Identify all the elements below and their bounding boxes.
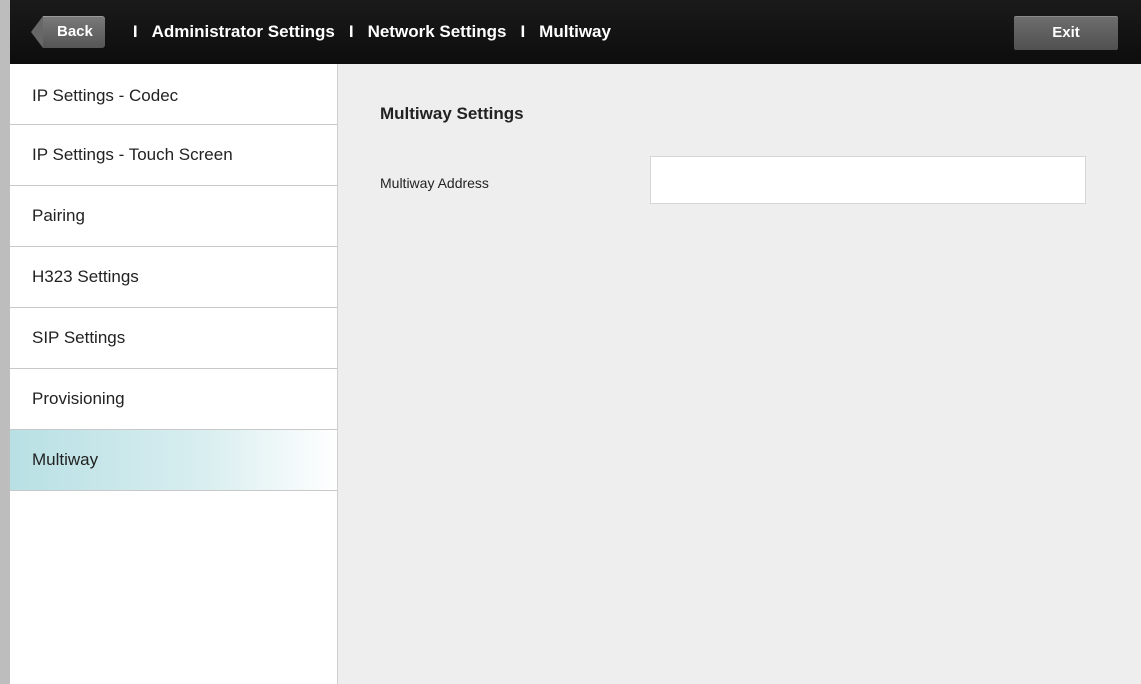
section-title: Multiway Settings <box>380 104 524 123</box>
breadcrumb: I Administrator Settings I Network Setti… <box>119 22 611 42</box>
sidebar-item-label: IP Settings - Codec <box>32 86 179 105</box>
exit-button[interactable]: Exit <box>1014 16 1118 50</box>
sidebar-item-h323-settings[interactable]: H323 Settings <box>10 247 337 308</box>
breadcrumb-network-settings[interactable]: Network Settings <box>368 22 507 42</box>
breadcrumb-administrator-settings[interactable]: Administrator Settings <box>152 22 335 42</box>
sidebar-item-sip-settings[interactable]: SIP Settings <box>10 308 337 369</box>
sidebar-item-label: H323 Settings <box>32 267 139 286</box>
sidebar-item-provisioning[interactable]: Provisioning <box>10 369 337 430</box>
top-bar: Back I Administrator Settings I Network … <box>10 0 1141 64</box>
app-window: Back I Administrator Settings I Network … <box>0 0 1141 684</box>
sidebar-item-multiway[interactable]: Multiway <box>10 430 337 491</box>
sidebar-item-label: IP Settings - Touch Screen <box>32 145 233 164</box>
multiway-address-label: Multiway Address <box>380 175 489 191</box>
breadcrumb-separator: I <box>132 22 138 41</box>
sidebar-item-pairing[interactable]: Pairing <box>10 186 337 247</box>
sidebar-item-label: Pairing <box>32 206 85 225</box>
sidebar: IP Settings - Codec IP Settings - Touch … <box>10 64 338 684</box>
back-button[interactable]: Back <box>31 16 105 48</box>
sidebar-item-label: Provisioning <box>32 389 125 408</box>
sidebar-item-ip-settings-codec[interactable]: IP Settings - Codec <box>10 64 337 125</box>
multiway-address-input[interactable] <box>650 156 1086 204</box>
sidebar-item-label: Multiway <box>32 450 99 469</box>
breadcrumb-multiway: Multiway <box>539 22 611 41</box>
sidebar-item-label: SIP Settings <box>32 328 126 347</box>
breadcrumb-separator: I <box>520 22 526 41</box>
main-content: Multiway Settings Multiway Address <box>338 64 1141 684</box>
sidebar-item-ip-settings-touch-screen[interactable]: IP Settings - Touch Screen <box>10 125 337 186</box>
breadcrumb-separator: I <box>348 22 354 41</box>
